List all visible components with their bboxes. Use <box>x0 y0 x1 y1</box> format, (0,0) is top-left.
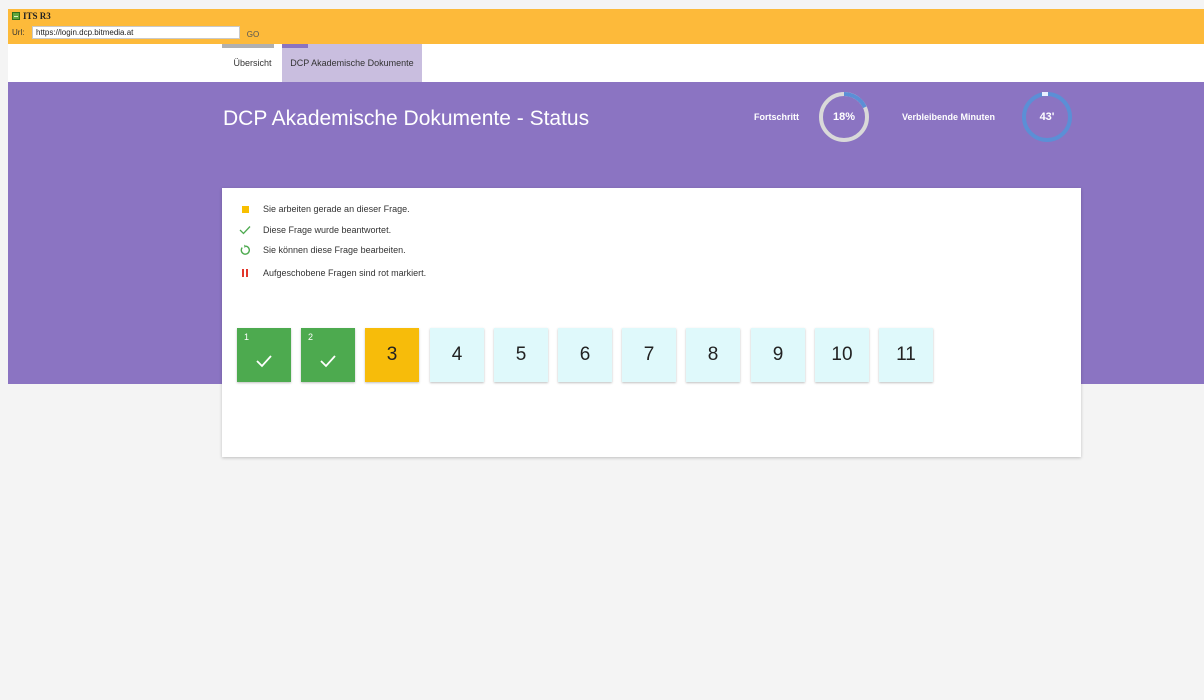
tab-dcp-documents[interactable]: DCP Akademische Dokumente <box>282 44 422 82</box>
status-card: Sie arbeiten gerade an dieser Frage. Die… <box>222 188 1081 457</box>
legend-text: Sie können diese Frage bearbeiten. <box>263 245 406 255</box>
remaining-minutes-label: Verbleibende Minuten <box>902 112 996 122</box>
redo-icon <box>238 244 252 256</box>
question-tile-2[interactable]: 2 <box>301 328 355 382</box>
app-bar: ITS R3 Url: GO <box>8 9 1204 44</box>
question-number: 5 <box>515 344 527 365</box>
question-tile-7[interactable]: 7 <box>622 328 676 382</box>
page-title: DCP Akademische Dokumente - Status <box>223 107 590 130</box>
question-number: 8 <box>707 344 719 365</box>
question-number: 3 <box>386 344 398 365</box>
pause-icon <box>238 267 252 279</box>
legend-item-current: Sie arbeiten gerade an dieser Frage. <box>238 203 410 215</box>
app-logo-icon <box>12 12 20 20</box>
app-title-text: ITS R3 <box>23 11 51 21</box>
progress-value: 18% <box>832 111 856 123</box>
check-icon <box>238 224 252 236</box>
progress-label: Fortschritt <box>754 112 799 122</box>
question-number: 6 <box>579 344 591 365</box>
question-number: 2 <box>308 332 314 342</box>
question-tile-10[interactable]: 10 <box>815 328 869 382</box>
yellow-square-icon <box>238 203 252 215</box>
question-tile-8[interactable]: 8 <box>686 328 740 382</box>
url-input[interactable] <box>32 26 240 39</box>
top-strip <box>0 0 1204 9</box>
minutes-gauge: 43' <box>1021 91 1073 143</box>
legend-text: Aufgeschobene Fragen sind rot markiert. <box>263 268 427 278</box>
question-number: 10 <box>831 344 853 365</box>
check-icon <box>256 355 272 368</box>
check-icon <box>320 355 336 368</box>
question-tile-6[interactable]: 6 <box>558 328 612 382</box>
legend-item-editable: Sie können diese Frage bearbeiten. <box>238 244 406 256</box>
remaining-minutes-value: 43' <box>1039 111 1055 123</box>
url-label: Url: <box>12 28 25 37</box>
nav-tabs: Übersicht DCP Akademische Dokumente <box>8 44 1204 82</box>
legend-text: Diese Frage wurde beantwortet. <box>263 225 392 235</box>
question-tile-11[interactable]: 11 <box>879 328 933 382</box>
legend-item-answered: Diese Frage wurde beantwortet. <box>238 224 391 236</box>
app-title: ITS R3 <box>12 11 51 21</box>
legend-text: Sie arbeiten gerade an dieser Frage. <box>263 204 410 214</box>
question-tile-5[interactable]: 5 <box>494 328 548 382</box>
question-number: 11 <box>896 344 916 365</box>
question-number: 4 <box>451 344 463 365</box>
progress-gauge: 18% <box>818 91 870 143</box>
question-number: 9 <box>772 344 784 365</box>
question-tile-1[interactable]: 1 <box>237 328 291 382</box>
question-tile-4[interactable]: 4 <box>430 328 484 382</box>
question-tile-3[interactable]: 3 <box>365 328 419 382</box>
question-number: 1 <box>244 332 250 342</box>
tab-overview[interactable]: Übersicht <box>222 44 283 82</box>
go-button[interactable]: GO <box>245 28 261 42</box>
legend-item-deferred: Aufgeschobene Fragen sind rot markiert. <box>238 267 426 279</box>
question-tile-9[interactable]: 9 <box>751 328 805 382</box>
question-number: 7 <box>643 344 655 365</box>
